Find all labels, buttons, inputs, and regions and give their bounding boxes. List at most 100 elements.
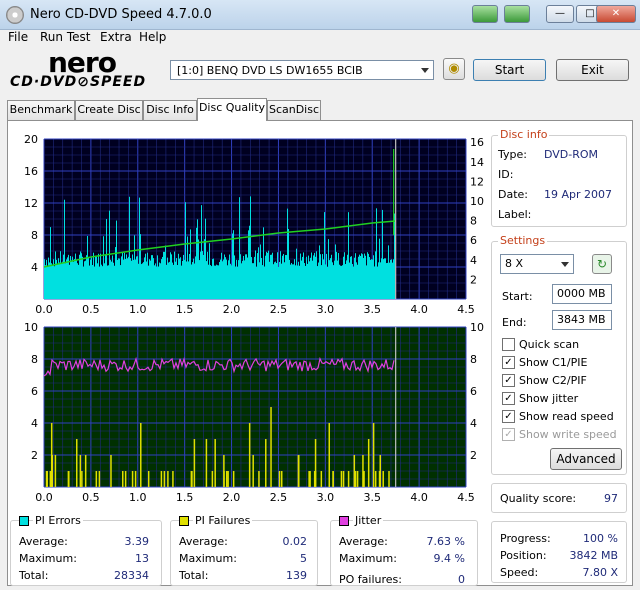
- tab-disc-info[interactable]: Disc Info: [143, 100, 197, 120]
- end-label: End:: [502, 316, 527, 329]
- pie-bar: [287, 208, 288, 299]
- pie-bar: [166, 264, 167, 299]
- pie-bar: [107, 265, 108, 299]
- pie-bar: [358, 256, 359, 299]
- exit-button[interactable]: Exit: [556, 59, 629, 81]
- start-field[interactable]: 0000 MB: [552, 284, 612, 304]
- pie-bar: [167, 257, 168, 299]
- disc-type-value: DVD-ROM: [544, 148, 599, 161]
- tab-benchmark[interactable]: Benchmark: [7, 100, 75, 120]
- pie-bar: [98, 253, 99, 299]
- pie-bar: [130, 258, 131, 299]
- pie-bar: [123, 259, 124, 299]
- pie-bar: [192, 262, 193, 299]
- start-button[interactable]: Start: [473, 59, 546, 81]
- pif-bar: [140, 423, 142, 487]
- chevron-down-icon: [561, 262, 569, 267]
- menu-help[interactable]: Help: [139, 30, 166, 44]
- pie-bar: [214, 265, 215, 299]
- pif-bar: [320, 471, 323, 487]
- pie-bar: [361, 253, 362, 299]
- pif-bar: [378, 471, 381, 487]
- pie-bar: [209, 243, 210, 299]
- chart-1-x-tick: 3.0: [317, 491, 335, 504]
- show-jitter-checkbox[interactable]: ✓: [502, 392, 515, 405]
- advanced-button[interactable]: Advanced: [550, 448, 622, 470]
- quick-scan-checkbox[interactable]: [502, 338, 515, 351]
- pie-bar: [204, 239, 205, 299]
- pie-bar: [181, 265, 182, 299]
- show-c2pif-checkbox[interactable]: ✓: [502, 374, 515, 387]
- pie-bar: [59, 262, 60, 299]
- chart-1-y-right-tick: 6: [470, 385, 477, 398]
- chart-0-x-tick: 1.5: [176, 303, 194, 316]
- pie-bar: [144, 257, 145, 299]
- pie-bar: [312, 260, 313, 299]
- pie-bar: [219, 262, 220, 299]
- pif-bar: [81, 471, 83, 487]
- chart-1-x-tick: 2.0: [223, 491, 241, 504]
- pie-bar: [232, 233, 233, 299]
- pif-bar: [121, 471, 124, 487]
- speed-select-value: 8 X: [505, 257, 524, 270]
- pie-bar: [262, 265, 263, 299]
- pie-bar: [216, 264, 217, 299]
- pie-bar: [247, 257, 248, 299]
- pie-bar: [388, 245, 389, 299]
- show-read-speed-checkbox[interactable]: ✓: [502, 410, 515, 423]
- pif-bar: [227, 471, 229, 487]
- pie-bar: [242, 260, 243, 299]
- jitter-avg-label: Average:: [339, 535, 388, 548]
- tab-disc-quality[interactable]: Disc Quality: [197, 98, 267, 121]
- position-label: Position:: [500, 549, 547, 562]
- pie-bar: [337, 260, 338, 299]
- po-failures-label: PO failures:: [339, 573, 402, 586]
- pie-bar: [200, 251, 201, 299]
- menu-extra[interactable]: Extra: [100, 30, 132, 44]
- pie-bar: [89, 265, 90, 299]
- close-button[interactable]: ✕: [596, 5, 636, 23]
- tab-scandisc[interactable]: ScanDisc: [267, 100, 321, 120]
- menu-file[interactable]: File: [8, 30, 28, 44]
- pie-bar: [273, 264, 274, 299]
- menu-run-test[interactable]: Run Test: [40, 30, 90, 44]
- pie-bar: [325, 264, 326, 299]
- chart-1-x-tick: 1.0: [129, 491, 147, 504]
- tab-create-disc[interactable]: Create Disc: [75, 100, 143, 120]
- drive-select[interactable]: [1:0] BENQ DVD LS DW1655 BCIB: [170, 60, 434, 80]
- pie-bar: [71, 260, 72, 299]
- pie-bar: [383, 259, 384, 299]
- chart-1-y-right-tick: 10: [470, 321, 484, 334]
- pie-bar: [284, 262, 285, 299]
- title-bar: Nero CD-DVD Speed 4.7.0.0 — □ ✕: [0, 0, 640, 30]
- pie-bar: [56, 259, 57, 299]
- pie-bar: [331, 254, 332, 299]
- save-icon[interactable]: [504, 5, 530, 23]
- pie-bar: [393, 259, 394, 299]
- pie-bar: [168, 262, 169, 299]
- pie-bar: [79, 254, 80, 299]
- pie-bar: [73, 261, 74, 299]
- speed-select[interactable]: 8 X: [500, 254, 574, 274]
- pie-bar: [369, 257, 370, 299]
- show-write-speed-checkbox[interactable]: ✓: [502, 428, 515, 441]
- mini-mode-button[interactable]: [472, 5, 498, 23]
- chart-1-y-left-tick: 2: [31, 449, 38, 462]
- pie-bar: [149, 259, 150, 299]
- minimize-button[interactable]: —: [546, 5, 574, 23]
- eject-disc-icon[interactable]: ◉: [443, 58, 465, 80]
- pie-bar: [55, 251, 56, 299]
- pie-bar: [245, 254, 246, 299]
- jitter-max-label: Maximum:: [339, 552, 397, 565]
- end-field[interactable]: 3843 MB: [552, 310, 612, 330]
- show-c1pie-checkbox[interactable]: ✓: [502, 356, 515, 369]
- pif-bar: [265, 439, 267, 487]
- disc-label-label: Label:: [498, 208, 532, 221]
- po-failures-value: 0: [458, 573, 465, 586]
- pie-bar: [183, 254, 184, 299]
- pi-failures-title: PI Failures: [193, 514, 253, 527]
- pie-bar: [275, 261, 276, 299]
- pie-bar: [179, 258, 180, 299]
- refresh-icon[interactable]: ↻: [592, 254, 612, 274]
- chart-1-x-tick: 4.0: [410, 491, 428, 504]
